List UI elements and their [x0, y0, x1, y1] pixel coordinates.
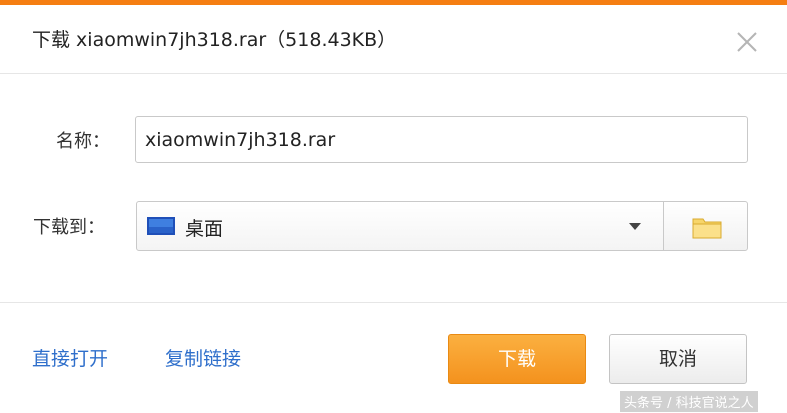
- open-directly-link[interactable]: 直接打开: [32, 344, 108, 371]
- desktop-icon: [147, 217, 175, 235]
- filename-input[interactable]: [135, 116, 748, 163]
- chevron-down-icon: [629, 223, 641, 230]
- copy-link[interactable]: 复制链接: [165, 344, 241, 371]
- folder-icon: [692, 218, 722, 239]
- download-dialog: 下载 xiaomwin7jh318.rar（518.43KB） 名称： 下载到：…: [0, 0, 787, 413]
- save-location-select[interactable]: 桌面: [136, 201, 664, 251]
- close-icon: [737, 32, 757, 52]
- save-to-label: 下载到：: [33, 217, 105, 238]
- title-bar: 下载 xiaomwin7jh318.rar（518.43KB）: [0, 5, 787, 74]
- dialog-body: [0, 74, 787, 302]
- save-location-value: 桌面: [185, 218, 224, 240]
- name-label: 名称：: [56, 131, 110, 152]
- watermark: 头条号 / 科技官说之人: [620, 391, 758, 412]
- cancel-button[interactable]: 取消: [609, 334, 747, 384]
- dialog-title: 下载 xiaomwin7jh318.rar（518.43KB）: [32, 29, 397, 51]
- browse-folder-button[interactable]: [663, 201, 748, 251]
- close-button[interactable]: [732, 27, 762, 57]
- download-button[interactable]: 下载: [448, 334, 586, 384]
